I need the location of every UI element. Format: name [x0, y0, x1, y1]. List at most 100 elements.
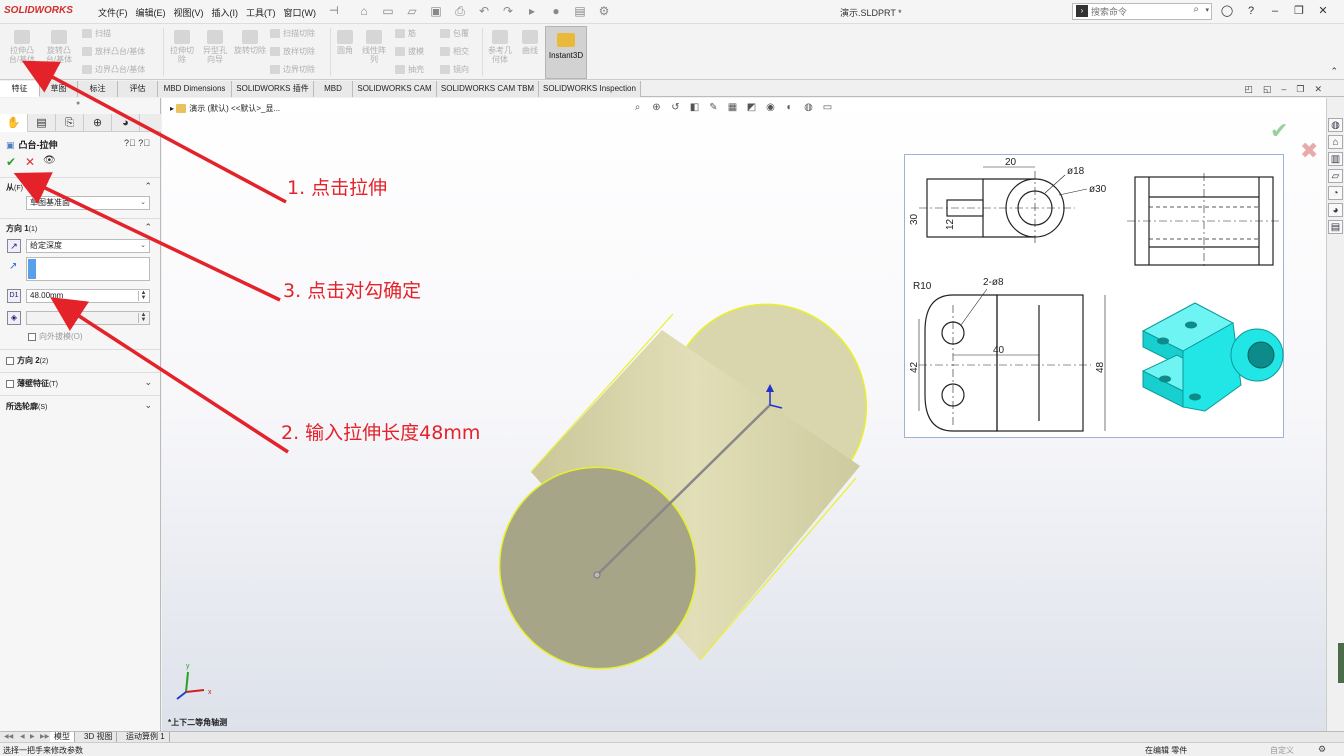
close-icon[interactable]: ✕: [1316, 4, 1330, 18]
pin-icon[interactable]: ⊣: [329, 4, 339, 17]
panel-grip-icon[interactable]: ●: [76, 100, 80, 107]
boundary-boss-button[interactable]: 边界凸台/基体: [82, 64, 145, 75]
boundary-cut-button[interactable]: 边界切除: [270, 64, 315, 75]
tab-solidworks-cam-tbm[interactable]: SOLIDWORKS CAM TBM: [437, 81, 539, 97]
doc-restore-icon[interactable]: ❐: [1296, 84, 1304, 95]
save-icon[interactable]: ▣: [427, 3, 445, 19]
extrude-cut-button[interactable]: 拉伸切除: [167, 30, 197, 64]
collapse-chevron-icon[interactable]: ⌃: [144, 222, 152, 233]
spinner-arrows-icon[interactable]: ▲ ▼: [138, 290, 148, 301]
draft-on-off-icon[interactable]: ◈: [7, 311, 21, 325]
menu-edit[interactable]: 编辑(E): [136, 6, 166, 19]
chevron-down-icon[interactable]: ▾: [1205, 6, 1209, 14]
file-properties-icon[interactable]: ▤: [571, 3, 589, 19]
from-start-condition-select[interactable]: 草图基准面 ⌄: [26, 196, 150, 210]
doc-minimize-icon[interactable]: –: [1281, 84, 1286, 95]
tile-window-icon[interactable]: ◰: [1244, 84, 1253, 95]
expand-chevron-icon[interactable]: ⌄: [144, 354, 152, 365]
tab-markup[interactable]: 标注: [78, 81, 118, 97]
command-search[interactable]: › ⌕ ▾: [1072, 3, 1212, 20]
last-tab-arrow-icon[interactable]: ▶▶: [40, 733, 49, 740]
instant3d-button[interactable]: Instant3D: [545, 26, 587, 79]
depth-input[interactable]: 48.00mm ▲ ▼: [26, 289, 150, 303]
design-library-icon[interactable]: ⌂: [1328, 135, 1343, 149]
print-icon[interactable]: ⎙: [451, 3, 469, 19]
help-icon[interactable]: ?⃝: [124, 138, 136, 148]
draft-angle-input[interactable]: ▲ ▼: [26, 311, 150, 325]
swept-cut-button[interactable]: 扫描切除: [270, 28, 315, 39]
prev-tab-arrow-icon[interactable]: ◀: [20, 733, 25, 740]
menu-insert[interactable]: 插入(I): [212, 6, 239, 19]
cascade-window-icon[interactable]: ◱: [1263, 84, 1272, 95]
from-header[interactable]: 从(F): [6, 182, 23, 193]
custom-properties-icon[interactable]: ◕: [1328, 203, 1343, 217]
reference-geometry-button[interactable]: 参考几何体: [485, 30, 515, 64]
cancel-x-button[interactable]: ✕: [25, 155, 35, 169]
spinner-arrows-icon[interactable]: ▲ ▼: [138, 312, 148, 323]
home-icon[interactable]: ⌂: [355, 3, 373, 19]
shell-button[interactable]: 抽壳: [395, 64, 424, 75]
display-manager-tab-icon[interactable]: ◕: [112, 114, 140, 132]
search-icon[interactable]: ⌕: [1193, 4, 1199, 15]
file-explorer-icon[interactable]: ▥: [1328, 152, 1343, 166]
collapse-chevron-icon[interactable]: ⌃: [144, 181, 152, 192]
expand-chevron-icon[interactable]: ⌄: [144, 377, 152, 388]
solidworks-logo[interactable]: SOLIDWORKS: [4, 5, 73, 16]
tab-sketch[interactable]: 草图: [40, 81, 78, 97]
view-palette-icon[interactable]: ▱: [1328, 169, 1343, 183]
whats-wrong-icon[interactable]: ?⃝: [138, 138, 150, 148]
draft-outward-checkbox[interactable]: 向外拔模(O): [28, 331, 83, 342]
open-folder-icon[interactable]: ▱: [403, 3, 421, 19]
direction-selection-box[interactable]: [26, 257, 150, 281]
hole-wizard-button[interactable]: 异型孔向导: [200, 30, 230, 64]
direction2-checkbox[interactable]: 方向 2(2): [6, 355, 48, 366]
extrude-boss-button[interactable]: 拉伸凸台/基体: [6, 30, 38, 64]
rib-button[interactable]: 筋: [395, 28, 416, 39]
options-gear-icon[interactable]: ⚙: [595, 3, 613, 19]
next-tab-arrow-icon[interactable]: ▶: [30, 733, 35, 740]
first-tab-arrow-icon[interactable]: ◀◀: [4, 733, 13, 740]
restore-icon[interactable]: ❐: [1292, 4, 1306, 18]
sweep-button[interactable]: 扫描: [82, 28, 111, 39]
menu-view[interactable]: 视图(V): [174, 6, 204, 19]
end-condition-select[interactable]: 给定深度 ⌄: [26, 239, 150, 253]
linear-pattern-button[interactable]: 线性阵列: [360, 30, 388, 64]
tab-solidworks-addins[interactable]: SOLIDWORKS 插件: [232, 81, 314, 97]
direction1-header[interactable]: 方向 1(1): [6, 223, 37, 234]
tab-mbd-dimensions[interactable]: MBD Dimensions: [158, 81, 232, 97]
fillet-button[interactable]: 圆角: [333, 30, 357, 55]
select-pointer-icon[interactable]: ▸: [523, 3, 541, 19]
draft-button[interactable]: 拔模: [395, 46, 424, 57]
tab-solidworks-cam[interactable]: SOLIDWORKS CAM: [353, 81, 437, 97]
extrude-handle-point[interactable]: [593, 571, 601, 579]
loft-button[interactable]: 放样凸台/基体: [82, 46, 145, 57]
revolve-boss-button[interactable]: 旋转凸台/基体: [42, 30, 76, 64]
user-account-icon[interactable]: ◯: [1220, 4, 1234, 18]
lofted-cut-button[interactable]: 放样切除: [270, 46, 315, 57]
minimize-icon[interactable]: –: [1268, 4, 1282, 18]
tab-evaluate[interactable]: 评估: [118, 81, 158, 97]
menu-tools[interactable]: 工具(T): [246, 6, 276, 19]
configuration-manager-tab-icon[interactable]: ⎘: [56, 114, 84, 132]
feature-manager-tab-icon[interactable]: ✋: [0, 114, 28, 132]
task-pane-grip[interactable]: [1338, 643, 1344, 683]
wrap-button[interactable]: 包覆: [440, 28, 469, 39]
search-input[interactable]: [1091, 5, 1191, 18]
undo-icon[interactable]: ↶: [475, 3, 493, 19]
property-manager-tab-icon[interactable]: ▤: [28, 114, 56, 132]
intersect-button[interactable]: 相交: [440, 46, 469, 57]
expand-chevron-icon[interactable]: ⌄: [144, 400, 152, 411]
unit-system-selector[interactable]: 自定义: [1270, 745, 1294, 756]
curves-button[interactable]: 曲线: [518, 30, 542, 55]
dimxpert-manager-tab-icon[interactable]: ⊕: [84, 114, 112, 132]
mirror-button[interactable]: 镜向: [440, 64, 469, 75]
menu-file[interactable]: 文件(F): [98, 6, 128, 19]
menu-window[interactable]: 窗口(W): [284, 6, 317, 19]
rebuild-status-icon[interactable]: ⚙: [1318, 744, 1326, 755]
tab-solidworks-inspection[interactable]: SOLIDWORKS Inspection: [539, 81, 641, 97]
preview-eye-icon[interactable]: 👁: [43, 155, 56, 166]
appearances-scenes-icon[interactable]: ◔: [1328, 186, 1343, 200]
help-icon[interactable]: ?: [1244, 4, 1258, 18]
ok-checkmark-button[interactable]: ✔: [6, 155, 16, 169]
reverse-direction-icon[interactable]: ↗: [7, 239, 21, 253]
